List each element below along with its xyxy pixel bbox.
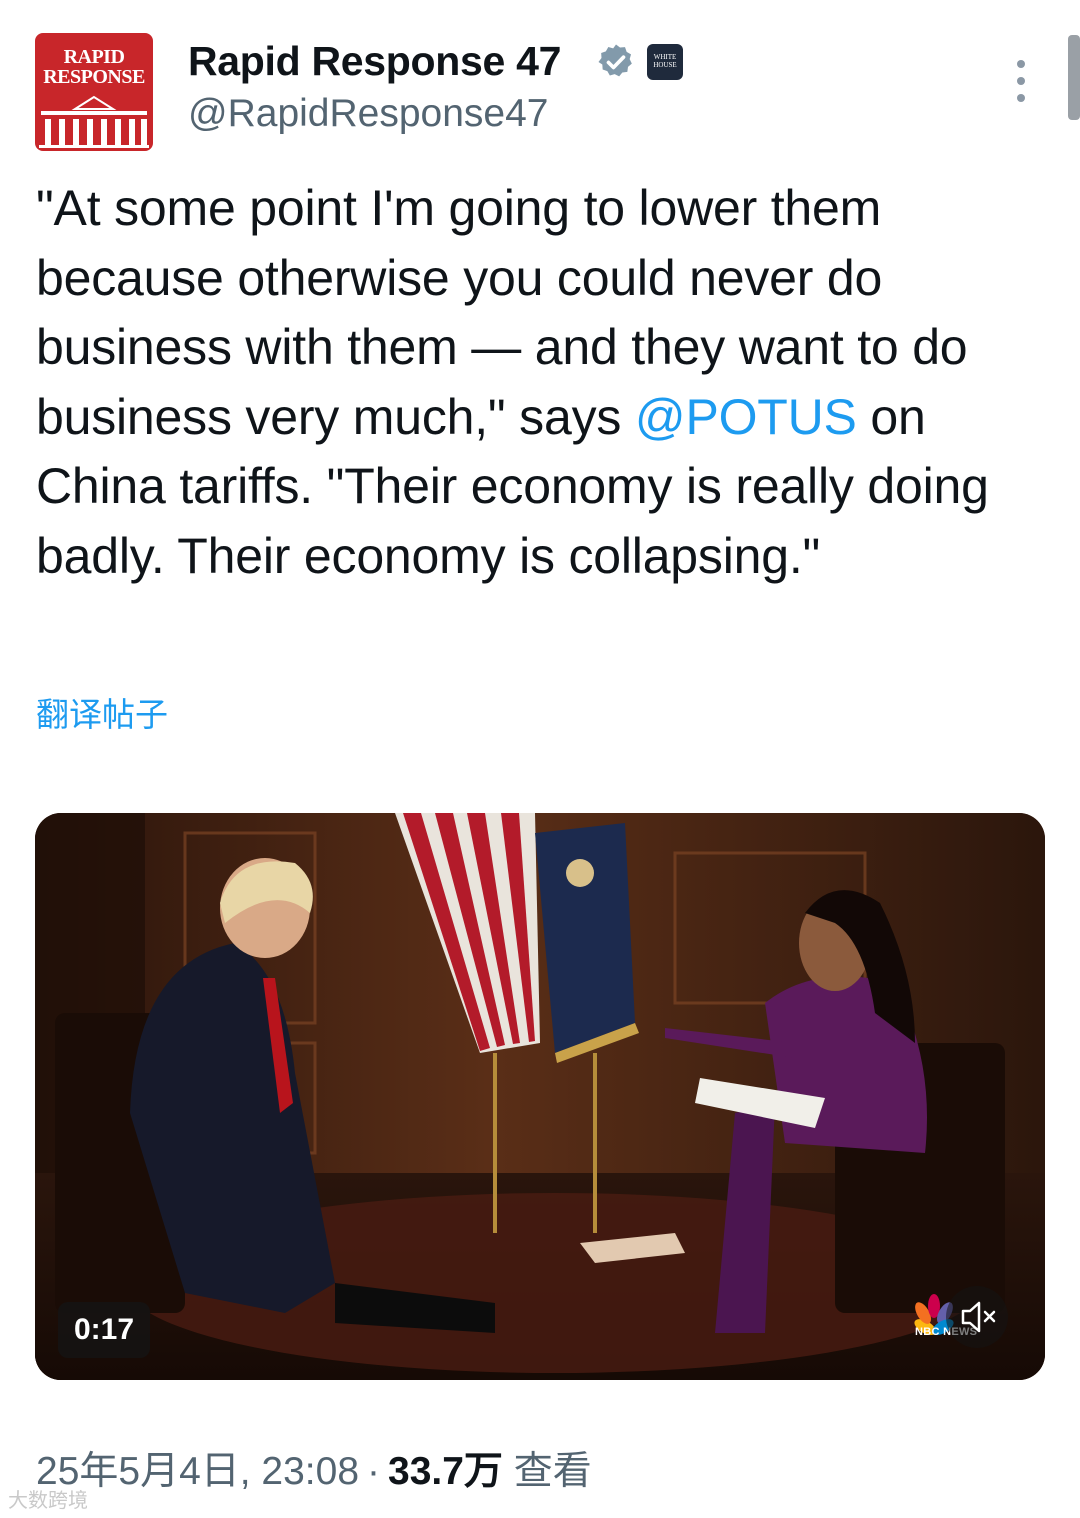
video-duration: 0:17	[58, 1302, 150, 1358]
video-thumbnail[interactable]	[35, 813, 1045, 1380]
display-name[interactable]: Rapid Response 47	[188, 38, 561, 85]
meta-separator: ·	[367, 1450, 381, 1493]
mention-link[interactable]: @POTUS	[635, 389, 857, 445]
translate-post-link[interactable]: 翻译帖子	[36, 688, 168, 736]
more-vertical-icon[interactable]	[1008, 60, 1034, 102]
scrollbar[interactable]	[1068, 35, 1080, 120]
mute-button[interactable]	[946, 1286, 1008, 1348]
tweet-text: "At some point I'm going to lower them b…	[36, 174, 1036, 591]
interview-scene-image	[35, 813, 1045, 1380]
handle[interactable]: @RapidResponse47	[188, 92, 548, 136]
tweet-meta: 25年5月4日, 23:08 · 33.7万 查看	[36, 1440, 592, 1496]
avatar[interactable]: RAPID RESPONSE	[35, 33, 153, 151]
avatar-text-response: RESPONSE	[43, 66, 145, 88]
views-label: 查看	[513, 1450, 592, 1493]
white-house-icon	[39, 95, 149, 148]
verified-badge-icon	[598, 44, 632, 77]
volume-muted-icon	[961, 1301, 996, 1333]
views-count: 33.7万	[388, 1450, 503, 1493]
watermark: 大数跨境	[8, 1490, 88, 1512]
affiliate-badge-icon: WHITE HOUSE	[647, 44, 683, 80]
